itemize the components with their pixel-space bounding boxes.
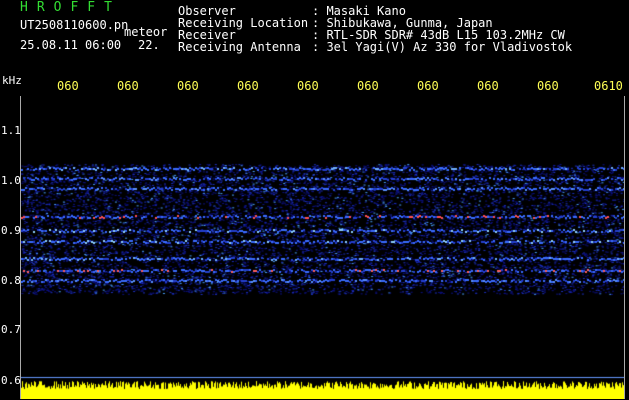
time-tick: 060: [417, 79, 439, 93]
mode-label: meteor: [124, 25, 168, 39]
datetime-label: 25.08.11 06:00: [20, 38, 122, 52]
info-row-antenna-label: Receiving Antenna: [178, 40, 301, 54]
y-tick: 1.1: [1, 124, 21, 137]
time-tick: 060: [237, 79, 259, 93]
info-row-antenna-value: : 3el Yagi(V) Az 330 for Vladivostok: [312, 40, 573, 54]
spectrogram-canvas: [21, 96, 624, 399]
time-tick: 060: [117, 79, 139, 93]
app-title: HROFFT: [20, 0, 121, 15]
time-tick: 060: [357, 79, 379, 93]
spectrogram-frame: [20, 96, 625, 399]
time-tick: 060: [537, 79, 559, 93]
time-tick: 0610: [594, 79, 623, 93]
filename-label: UT2508110600.pn: [20, 18, 129, 32]
time-tick: 060: [297, 79, 319, 93]
y-tick: 1.0: [1, 174, 21, 187]
time-tick: 060: [477, 79, 499, 93]
y-tick: 0.8: [1, 274, 21, 287]
khz-unit-label: kHz: [2, 74, 22, 87]
y-tick: 0.6: [1, 374, 21, 387]
y-tick: 0.7: [1, 323, 21, 336]
y-tick: 0.9: [1, 224, 21, 237]
time-tick: 060: [177, 79, 199, 93]
time-tick: 060: [57, 79, 79, 93]
value-label: 22.: [138, 38, 160, 52]
